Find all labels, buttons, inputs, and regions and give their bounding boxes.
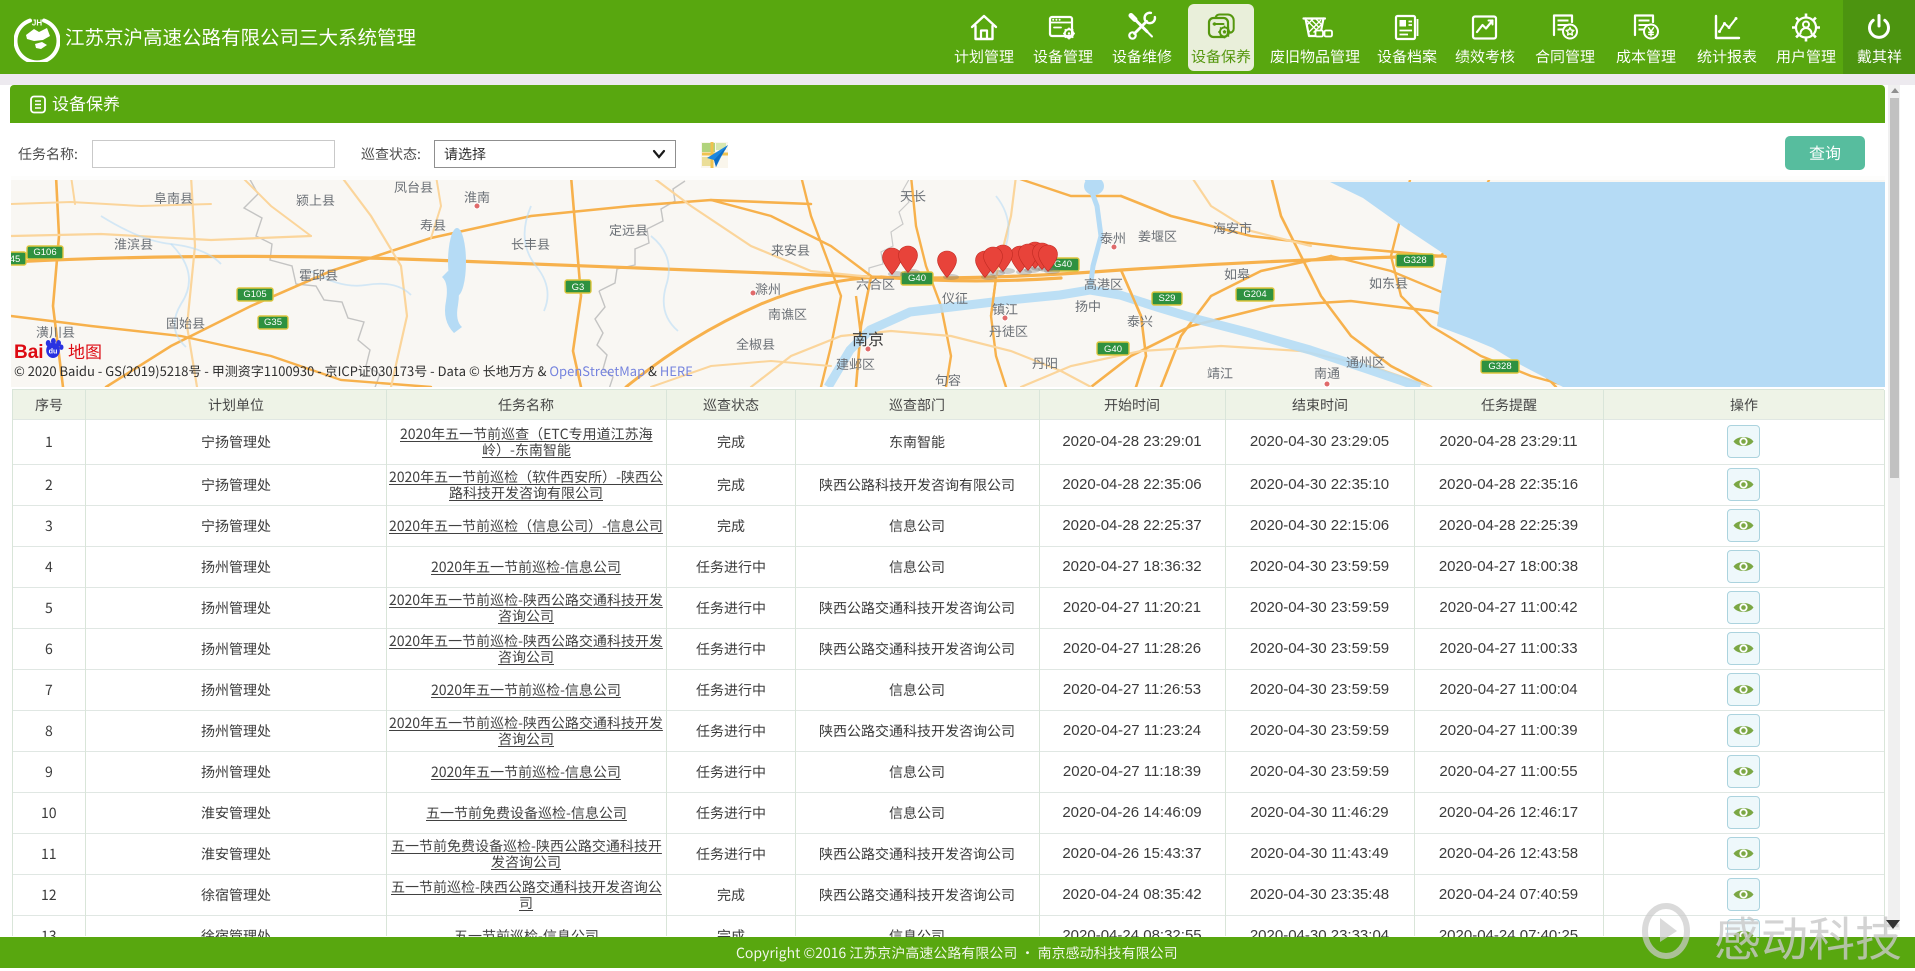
svg-text:G328: G328 — [1488, 361, 1511, 372]
svg-text:G35: G35 — [264, 317, 282, 328]
svg-text:G40: G40 — [1104, 344, 1122, 355]
svg-text:du: du — [49, 347, 58, 356]
svg-text:S29: S29 — [1159, 293, 1176, 304]
svg-text:JH: JH — [32, 19, 42, 28]
svg-text:G328: G328 — [1403, 255, 1426, 266]
svg-text:G40: G40 — [1054, 259, 1072, 270]
svg-text:G106: G106 — [33, 247, 56, 258]
svg-text:G105: G105 — [243, 289, 266, 300]
svg-text:G204: G204 — [1243, 289, 1266, 300]
svg-text:45: 45 — [11, 254, 20, 265]
svg-text:G3: G3 — [572, 282, 585, 293]
